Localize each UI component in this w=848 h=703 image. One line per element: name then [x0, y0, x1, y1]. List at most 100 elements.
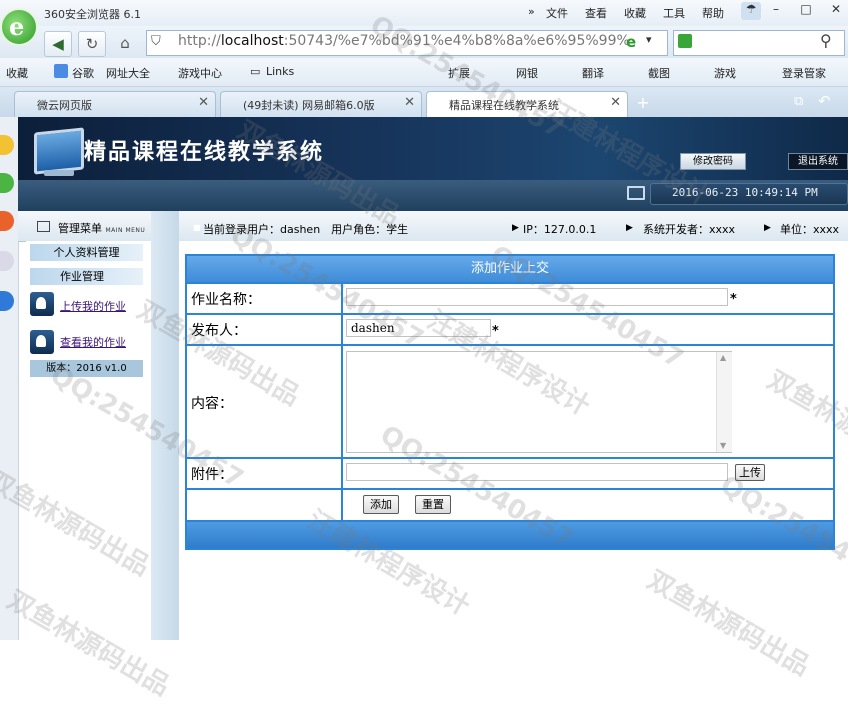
monitor-stand-icon [44, 170, 74, 176]
current-user-info: 当前登录用户：dashen 用户角色：学生 [203, 221, 408, 237]
ip-info: IP：127.0.0.1 [523, 221, 596, 237]
tab-close-icon[interactable]: ✕ [610, 95, 621, 110]
system-title: 精品课程在线教学系统 [84, 134, 324, 166]
menu-subtitle: MAIN MENU [106, 227, 146, 234]
menu-favorites[interactable]: 收藏 [624, 5, 646, 21]
view-homework-link[interactable]: 查看我的作业 [60, 334, 126, 350]
minimize-icon[interactable]: – [766, 2, 786, 20]
publisher-label: 发布人： [191, 320, 247, 340]
google-icon [54, 64, 68, 78]
required-mark: * [730, 292, 737, 307]
divider [185, 282, 835, 284]
publisher-input[interactable] [346, 319, 491, 337]
logout-button[interactable]: 退出系统 [788, 153, 848, 170]
toolbar-login-manager[interactable]: 登录管家 [782, 65, 826, 81]
browser-title: 360安全浏览器 6.1 [44, 6, 141, 22]
menu-arrows[interactable]: » [528, 5, 535, 18]
menu-title: 管理菜单 [58, 222, 102, 235]
tab-label: 微云网页版 [37, 97, 92, 113]
home-icon[interactable]: ⌂ [112, 31, 138, 55]
toolbar-screenshot[interactable]: 截图 [648, 65, 670, 81]
menu-view[interactable]: 查看 [585, 5, 607, 21]
tab-restore-icon[interactable]: ⧉ [794, 94, 803, 109]
menu-section-profile[interactable]: 个人资料管理 [30, 244, 143, 261]
ie-mode-icon[interactable]: e [626, 33, 636, 51]
tab-course-system[interactable]: 精品课程在线教学系统 ✕ [426, 91, 628, 117]
tab-weiyun[interactable]: 微云网页版 ✕ [14, 91, 216, 117]
version-label: 版本：2016 v1.0 [30, 360, 143, 377]
toolbar-translate[interactable]: 翻译 [582, 65, 604, 81]
tab-label: (49封未读) 网易邮箱6.0版 [243, 97, 375, 113]
attachment-input[interactable] [346, 463, 728, 481]
change-password-button[interactable]: 修改密码 [680, 153, 746, 170]
menu-divider [151, 211, 179, 640]
menu-header: 管理菜单 MAIN MENU [58, 220, 145, 236]
arrow-icon: ▶ [764, 223, 771, 233]
browser-sidebar [0, 117, 19, 640]
attachment-label: 附件： [191, 464, 233, 484]
bookmark-site-navigator[interactable]: 网址大全 [106, 65, 150, 81]
search-engine-icon[interactable] [678, 34, 692, 48]
content-textarea[interactable] [346, 351, 732, 453]
bookmark-favorites[interactable]: 收藏 [6, 65, 28, 81]
bookmark-google[interactable]: 谷歌 [72, 65, 94, 81]
toolbar-extensions[interactable]: 扩展 [448, 65, 470, 81]
tab-close-icon[interactable]: ✕ [198, 95, 209, 110]
divider [185, 313, 835, 315]
refresh-icon[interactable]: ↻ [78, 31, 106, 57]
monitor-logo-icon [34, 127, 84, 174]
homework-name-label: 作业名称： [191, 289, 261, 309]
content-label: 内容： [191, 393, 233, 413]
upload-button[interactable]: 上传 [735, 464, 765, 481]
address-dropdown-icon[interactable]: ▾ [646, 33, 652, 46]
tab-mail[interactable]: (49封未读) 网易邮箱6.0版 ✕ [220, 91, 422, 117]
homework-name-input[interactable] [346, 288, 728, 306]
security-icon[interactable]: ⛉ [151, 34, 161, 49]
scroll-up-icon[interactable]: ▲ [720, 353, 726, 362]
textarea-scrollbar[interactable] [716, 352, 732, 452]
reset-button[interactable]: 重置 [415, 495, 451, 514]
address-url[interactable]: http://localhost:50743/%e7%bd%91%e4%b8%8… [178, 33, 630, 49]
screen-icon [627, 186, 645, 200]
menu-tools[interactable]: 工具 [663, 5, 685, 21]
divider [341, 282, 343, 522]
folder-icon: ▭ [250, 65, 260, 78]
bullet-icon: ■ [193, 223, 201, 232]
divider [185, 344, 835, 346]
tab-label: 精品课程在线教学系统 [449, 97, 559, 113]
arrow-icon: ▶ [626, 223, 633, 233]
divider [185, 488, 835, 490]
menu-help[interactable]: 帮助 [702, 5, 724, 21]
menu-file[interactable]: 文件 [546, 5, 568, 21]
upload-homework-link[interactable]: 上传我的作业 [60, 298, 126, 314]
url-scheme: http:// [178, 33, 221, 49]
maximize-icon[interactable]: □ [796, 2, 816, 20]
bookmark-links[interactable]: Links [266, 65, 294, 78]
search-icon[interactable]: ⚲ [820, 31, 832, 50]
menu-icon [37, 221, 50, 232]
tab-close-icon[interactable]: ✕ [404, 95, 415, 110]
skin-icon[interactable]: ☂ [741, 2, 761, 20]
undo-close-icon[interactable]: ↶ [818, 92, 831, 110]
new-tab-icon[interactable]: + [632, 93, 654, 113]
add-button[interactable]: 添加 [363, 495, 399, 514]
back-icon[interactable]: ◀ [44, 31, 72, 57]
form-title: 添加作业上交 [187, 256, 833, 282]
developer-info: 系统开发者：xxxx [643, 221, 735, 237]
form-footer [187, 522, 833, 548]
divider [185, 457, 835, 459]
required-mark: * [492, 324, 499, 339]
url-path: :50743/%e7%bd%91%e4%b8%8a%e6%95%99% [284, 33, 630, 49]
menu-section-homework[interactable]: 作业管理 [30, 268, 143, 285]
scroll-down-icon[interactable]: ▼ [720, 441, 726, 450]
toolbar-games[interactable]: 游戏 [714, 65, 736, 81]
bookmark-game-center[interactable]: 游戏中心 [178, 65, 222, 81]
browser-logo-icon: e [0, 8, 38, 46]
toolbar-online-bank[interactable]: 网银 [516, 65, 538, 81]
upload-homework-icon[interactable] [30, 292, 54, 316]
view-homework-icon[interactable] [30, 330, 54, 354]
close-window-icon[interactable]: ✕ [826, 2, 846, 20]
current-datetime: 2016-06-23 10:49:14 PM [672, 186, 818, 199]
arrow-icon: ▶ [512, 223, 519, 233]
url-host: localhost [221, 33, 284, 49]
